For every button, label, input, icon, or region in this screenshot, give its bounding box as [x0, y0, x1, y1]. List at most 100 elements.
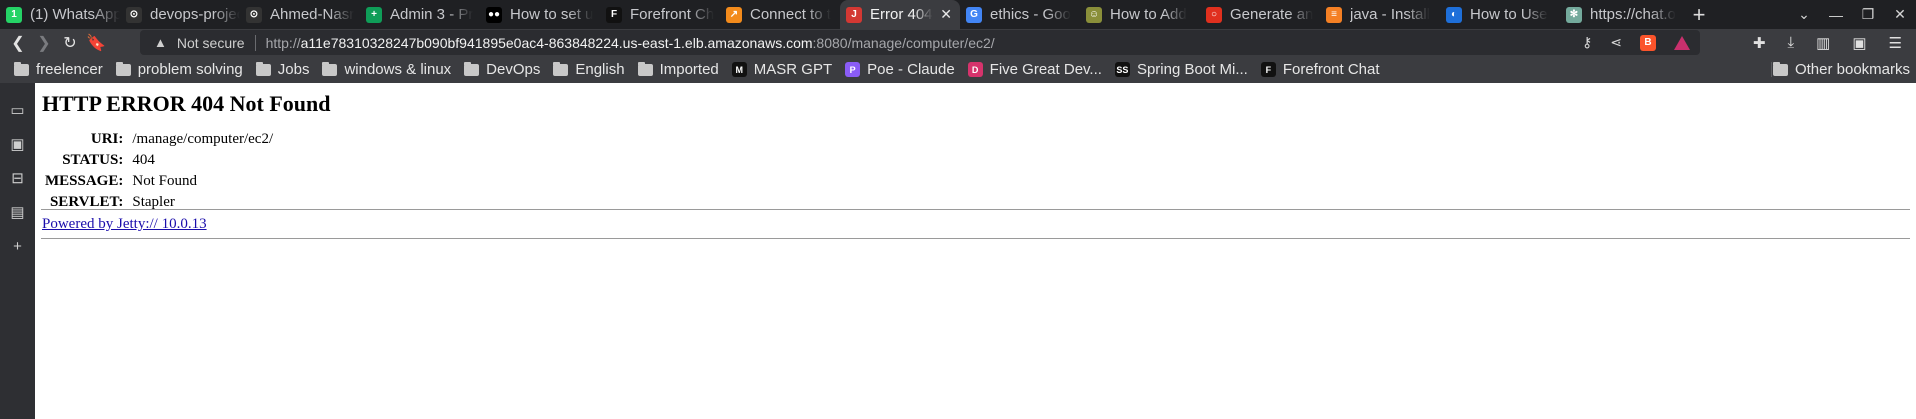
bookmark-folder[interactable]: Jobs	[255, 61, 310, 78]
tab-list: 1 (1) WhatsApp ⊙ devops-project ⊙ Ahmed-Nasr +…	[0, 0, 1680, 29]
bookmarks-divider	[1771, 62, 1772, 77]
not-secure-warning-icon[interactable]: ▲	[154, 35, 167, 50]
bookmark-label: Five Great Dev...	[989, 61, 1102, 78]
tab[interactable]: ↗ Connect to t	[720, 0, 840, 29]
reload-button[interactable]: ↻	[57, 29, 83, 56]
error-details-table: URI: /manage/computer/ec2/STATUS: 404 MESSA…	[43, 128, 275, 214]
bookmark-folder[interactable]: Imported	[637, 61, 719, 78]
page-content: HTTP ERROR 404 Not Found URI: /manage/com…	[35, 83, 1916, 419]
tab-label: Generate an	[1230, 6, 1314, 23]
bookmark-item[interactable]: D Five Great Dev...	[967, 61, 1102, 78]
tab-label: ethics - Goo	[990, 6, 1071, 23]
forefront-icon: F	[1260, 62, 1276, 77]
menu-icon[interactable]: ☰	[1889, 34, 1902, 52]
bookmark-label: problem solving	[137, 61, 243, 78]
tab[interactable]: J Error 404 ✕	[840, 0, 960, 29]
detail-row: MESSAGE: Not Found	[45, 172, 273, 191]
brave-shields-icon[interactable]: B	[1640, 34, 1656, 51]
window-controls: ⌄ — ❐ ✕	[1788, 0, 1916, 29]
wallet-icon[interactable]: ▣	[1852, 34, 1866, 52]
tab[interactable]: + Admin 3 - Pr	[360, 0, 480, 29]
history-icon[interactable]: ▤	[0, 195, 35, 229]
jenkins-icon: J	[846, 6, 862, 23]
bookmark-folder[interactable]: freelencer	[14, 61, 103, 78]
forward-button[interactable]: ❯	[31, 29, 57, 56]
powered-by-link[interactable]: Powered by Jetty:// 10.0.13	[42, 216, 207, 233]
tab-label: https://chat.o	[1590, 6, 1676, 23]
bookmark-label: Forefront Chat	[1282, 61, 1380, 78]
tab[interactable]: ✻ https://chat.o	[1560, 0, 1680, 29]
bookmark-label: MASR GPT	[753, 61, 833, 78]
bookmarks-icon[interactable]: ⊟	[0, 161, 35, 195]
bookmark-folder[interactable]: windows & linux	[322, 61, 451, 78]
page-title: HTTP ERROR 404 Not Found	[42, 91, 331, 116]
tab[interactable]: ⊙ devops-project	[120, 0, 240, 29]
bookmark-page-button[interactable]: 🔖	[83, 29, 109, 56]
tab[interactable]: ⊙ Ahmed-Nasr	[240, 0, 360, 29]
share-icon[interactable]: ⋖	[1610, 34, 1622, 51]
bookmark-item[interactable]: P Poe - Claude	[845, 61, 955, 78]
detail-row: URI: /manage/computer/ec2/	[45, 130, 273, 149]
close-tab-icon[interactable]: ✕	[940, 6, 952, 23]
other-bookmarks-folder[interactable]: Other bookmarks	[1772, 56, 1910, 83]
tab[interactable]: Gethics - Goo	[960, 0, 1080, 29]
password-key-icon[interactable]: ⚷	[1582, 34, 1592, 51]
tab[interactable]: ●● How to set u	[480, 0, 600, 29]
oracle-icon: ○	[1206, 6, 1222, 23]
bookmark-folder[interactable]: DevOps	[464, 61, 540, 78]
tab[interactable]: ≡ java - Install	[1320, 0, 1440, 29]
sidebar-toggle-icon[interactable]: ▥	[1816, 34, 1830, 52]
bookmark-label: windows & linux	[344, 61, 452, 78]
tab[interactable]: F Forefront Ch	[600, 0, 720, 29]
tab-label: How to Add	[1110, 6, 1187, 23]
tab-label: java - Install	[1350, 6, 1431, 23]
brave-rewards-icon[interactable]	[1674, 35, 1690, 50]
bookmark-item[interactable]: SS Spring Boot Mi...	[1114, 61, 1248, 78]
bookmarks-bar: freelencer problem solving Jobs windows & l…	[0, 56, 1916, 83]
maximize-button[interactable]: ❐	[1852, 6, 1884, 23]
close-window-button[interactable]: ✕	[1884, 6, 1916, 23]
downloads-icon[interactable]: ⤓	[1788, 34, 1795, 51]
bookmark-folder[interactable]: problem solving	[115, 61, 243, 78]
bookmark-label: English	[575, 61, 625, 78]
masrgpt-icon: M	[731, 62, 747, 77]
detail-value: /manage/computer/ec2/	[132, 131, 274, 147]
folder-icon	[322, 61, 338, 76]
back-button[interactable]: ❮	[5, 29, 31, 56]
browser-toolbar: ❮ ❯ ↻ 🔖 ▲ Not secure http://a11e78310328…	[0, 29, 1916, 56]
tab[interactable]: ◐ How to Use	[1440, 0, 1560, 29]
security-label[interactable]: Not secure	[177, 35, 245, 51]
tab-label: Error 404	[870, 6, 933, 23]
detail-label: STATUS:	[62, 152, 124, 168]
bookmark-folder[interactable]: English	[553, 61, 625, 78]
tab[interactable]: 1 (1) WhatsApp	[0, 0, 120, 29]
detail-value: 404	[132, 152, 155, 168]
url-scheme: http://	[265, 34, 301, 51]
bookmark-label: Jobs	[277, 61, 310, 78]
detail-label: MESSAGE:	[45, 173, 124, 189]
bookmark-label: Spring Boot Mi...	[1136, 61, 1248, 78]
link-icon: ↗	[726, 6, 742, 23]
forefront-icon: F	[606, 6, 622, 23]
divider-top	[41, 209, 1910, 210]
bot-icon: ☺	[1086, 6, 1102, 23]
bookmark-item[interactable]: M MASR GPT	[731, 61, 833, 78]
minimize-button[interactable]: —	[1820, 7, 1852, 23]
new-tab-button[interactable]: +	[1684, 0, 1714, 29]
tab[interactable]: ☺ How to Add	[1080, 0, 1200, 29]
omnibox-actions: ⚷ ⋖ B	[1582, 30, 1700, 55]
tab-search-button[interactable]: ⌄	[1788, 6, 1820, 23]
add-sidebar-icon[interactable]: +	[0, 229, 35, 263]
wallet-icon[interactable]: ▣	[0, 127, 35, 161]
reading-list-icon[interactable]: ▭	[0, 93, 35, 127]
toolbar-actions: ✚ ⤓ ▥ ▣ ☰	[1753, 29, 1916, 56]
url-text[interactable]: http://a11e78310328247b090bf941895e0ac4-…	[266, 35, 995, 51]
address-bar[interactable]: ▲ Not secure http://a11e78310328247b090b…	[140, 30, 1700, 55]
tab-label: (1) WhatsApp	[30, 6, 120, 23]
fivegreat-icon: D	[967, 62, 983, 77]
bookmark-item[interactable]: F Forefront Chat	[1260, 61, 1380, 78]
folder-icon	[637, 61, 653, 76]
poe-icon: P	[845, 62, 861, 77]
tab[interactable]: ○ Generate an	[1200, 0, 1320, 29]
extensions-icon[interactable]: ✚	[1753, 34, 1766, 52]
